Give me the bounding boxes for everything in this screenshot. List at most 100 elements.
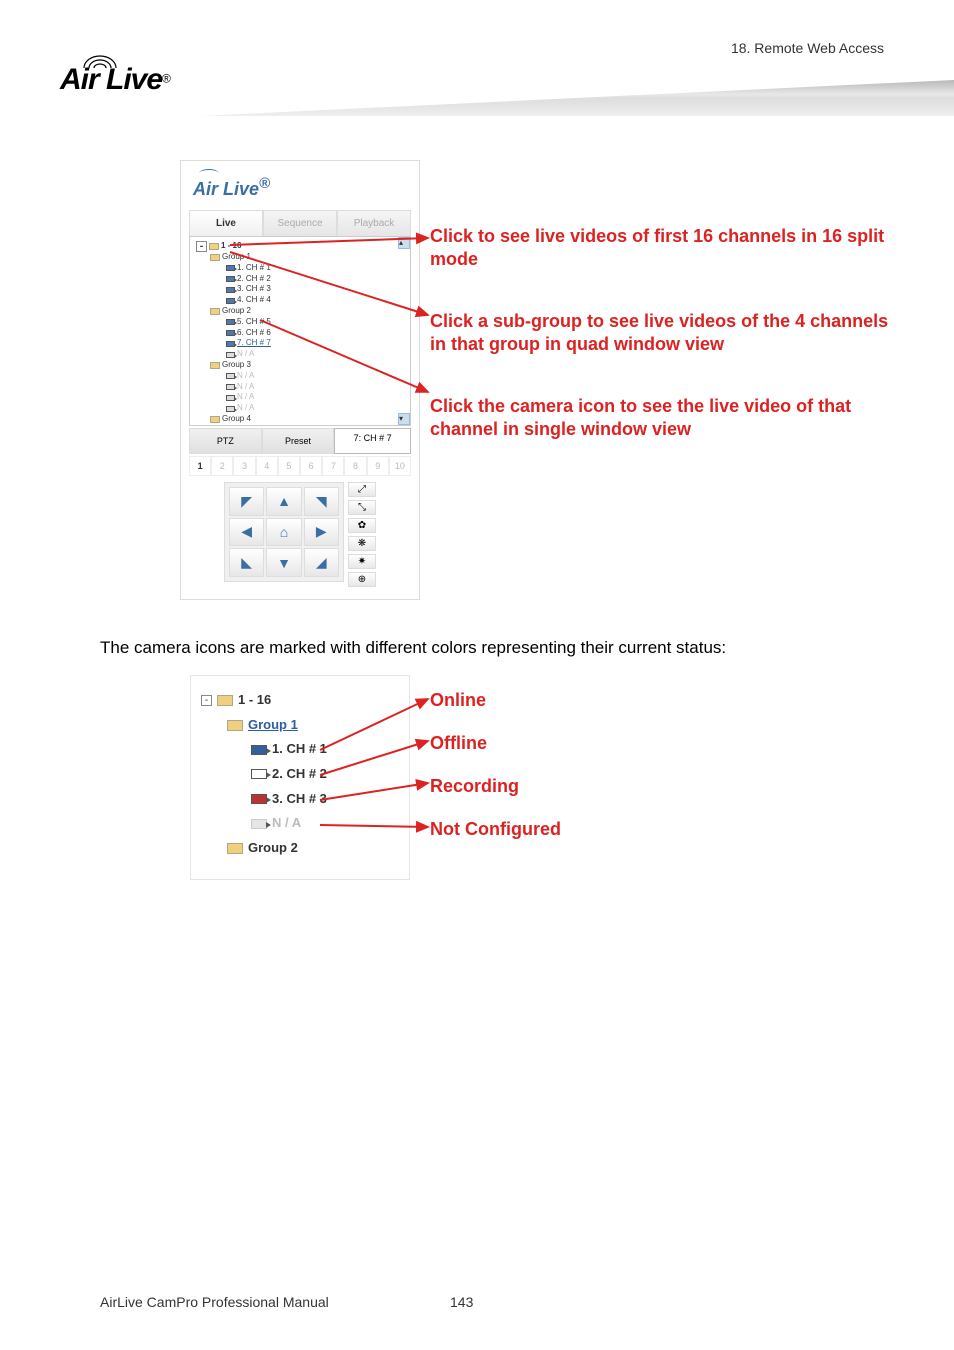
camera-icon[interactable] [226,395,235,401]
preset-numbers: 1 2 3 4 5 6 7 8 9 10 [189,456,411,476]
channel-select[interactable]: 7: CH # 7 [334,428,411,454]
view-tabs: Live Sequence Playback [189,210,411,236]
channel-1[interactable]: 1. CH # 1 [237,263,271,274]
callout-quad-view: Click a sub-group to see live videos of … [430,310,900,357]
scroll-down-button[interactable]: ▾ [398,413,410,425]
zoom-in-button[interactable]: ⤢ [348,482,376,497]
channel-na: N / A [237,382,254,393]
channel-7[interactable]: 7. CH # 7 [237,338,271,349]
ptz-left[interactable]: ◀ [229,518,264,547]
folder-icon [210,362,220,369]
callout-16-split: Click to see live videos of first 16 cha… [430,225,900,272]
group-3[interactable]: Group 3 [222,360,251,371]
footer-page-number: 143 [450,1294,473,1310]
logo-reg: ® [162,72,171,86]
status-ch1[interactable]: 1. CH # 1 [272,737,327,762]
ptz-up[interactable]: ▲ [266,487,301,516]
preset-10[interactable]: 10 [389,456,411,476]
status-root[interactable]: 1 - 16 [238,688,271,713]
channel-6[interactable]: 6. CH # 6 [237,328,271,339]
folder-icon [217,695,233,706]
tab-live[interactable]: Live [189,210,263,236]
preset-1[interactable]: 1 [189,456,211,476]
channel-3[interactable]: 3. CH # 3 [237,284,271,295]
status-ch3[interactable]: 3. CH # 3 [272,787,327,812]
camera-icon[interactable] [226,330,235,336]
header-divider [200,80,954,116]
channel-na: N / A [237,392,254,403]
focus-minus-button[interactable]: ❋ [348,536,376,551]
ptz-down-left[interactable]: ◣ [229,548,264,577]
collapse-icon[interactable]: - [196,241,207,252]
channel-5[interactable]: 5. CH # 5 [237,317,271,328]
preset-5[interactable]: 5 [278,456,300,476]
channel-4[interactable]: 4. CH # 4 [237,295,271,306]
ptz-down[interactable]: ▼ [266,548,301,577]
preset-tab[interactable]: Preset [262,428,335,454]
camera-not-configured-icon[interactable] [251,819,267,829]
camera-icon[interactable] [226,406,235,412]
camera-icon[interactable] [226,287,235,293]
focus-plus-button[interactable]: ✿ [348,518,376,533]
status-na: N / A [272,811,301,836]
folder-icon [227,720,243,731]
camera-icon[interactable] [226,298,235,304]
tree-root[interactable]: 1 - 16 [221,241,241,252]
folder-icon [227,843,243,854]
status-ch2[interactable]: 2. CH # 2 [272,762,327,787]
tab-sequence[interactable]: Sequence [263,210,337,236]
folder-icon [210,308,220,315]
ptz-tab[interactable]: PTZ [189,428,262,454]
label-not-configured: Not Configured [430,819,561,840]
preset-6[interactable]: 6 [300,456,322,476]
channel-tree[interactable]: ▴ - 1 - 16 Group 1 1. CH # 1 2. CH # 2 3… [189,236,411,426]
folder-icon [209,243,219,250]
camera-offline-icon[interactable] [251,769,267,779]
preset-3[interactable]: 3 [233,456,255,476]
iris-open-button[interactable]: ✷ [348,554,376,569]
label-recording: Recording [430,776,561,797]
status-group-2[interactable]: Group 2 [248,836,298,861]
group-1[interactable]: Group 1 [222,252,251,263]
scroll-up-button[interactable]: ▴ [398,237,410,249]
status-description: The camera icons are marked with differe… [100,638,894,658]
collapse-icon[interactable]: - [201,695,212,706]
camera-icon[interactable] [226,319,235,325]
logo-text: Air Live [60,63,162,96]
group-4[interactable]: Group 4 [222,414,251,425]
iris-close-button[interactable]: ⊕ [348,572,376,587]
camera-online-icon[interactable] [251,745,267,755]
footer-doc-title: AirLive CamPro Professional Manual [100,1294,329,1310]
camera-recording-icon[interactable] [251,794,267,804]
preset-4[interactable]: 4 [256,456,278,476]
zoom-out-button[interactable]: ⤡ [348,500,376,515]
ptz-down-right[interactable]: ◢ [304,548,339,577]
tab-playback[interactable]: Playback [337,210,411,236]
label-online: Online [430,690,561,711]
channel-na: N / A [237,371,254,382]
channel-na: N / A [237,403,254,414]
camera-icon[interactable] [226,265,235,271]
panel-logo: Air Live® [193,175,411,200]
preset-9[interactable]: 9 [367,456,389,476]
preset-2[interactable]: 2 [211,456,233,476]
channel-na: N / A [237,349,254,360]
ptz-up-right[interactable]: ◥ [304,487,339,516]
ptz-right[interactable]: ▶ [304,518,339,547]
status-labels: Online Offline Recording Not Configured [430,690,561,862]
brand-logo: Air Live® [60,55,195,97]
preset-8[interactable]: 8 [344,456,366,476]
ptz-home[interactable]: ⌂ [266,518,301,547]
camera-icon[interactable] [226,352,235,358]
camera-icon[interactable] [226,373,235,379]
preset-7[interactable]: 7 [322,456,344,476]
ptz-up-left[interactable]: ◤ [229,487,264,516]
camera-icon[interactable] [226,341,235,347]
folder-icon [210,416,220,423]
status-group-1[interactable]: Group 1 [248,713,298,738]
channel-2[interactable]: 2. CH # 2 [237,274,271,285]
camera-icon[interactable] [226,276,235,282]
ptz-controls-row: PTZ Preset 7: CH # 7 [189,428,411,454]
camera-icon[interactable] [226,384,235,390]
group-2[interactable]: Group 2 [222,306,251,317]
